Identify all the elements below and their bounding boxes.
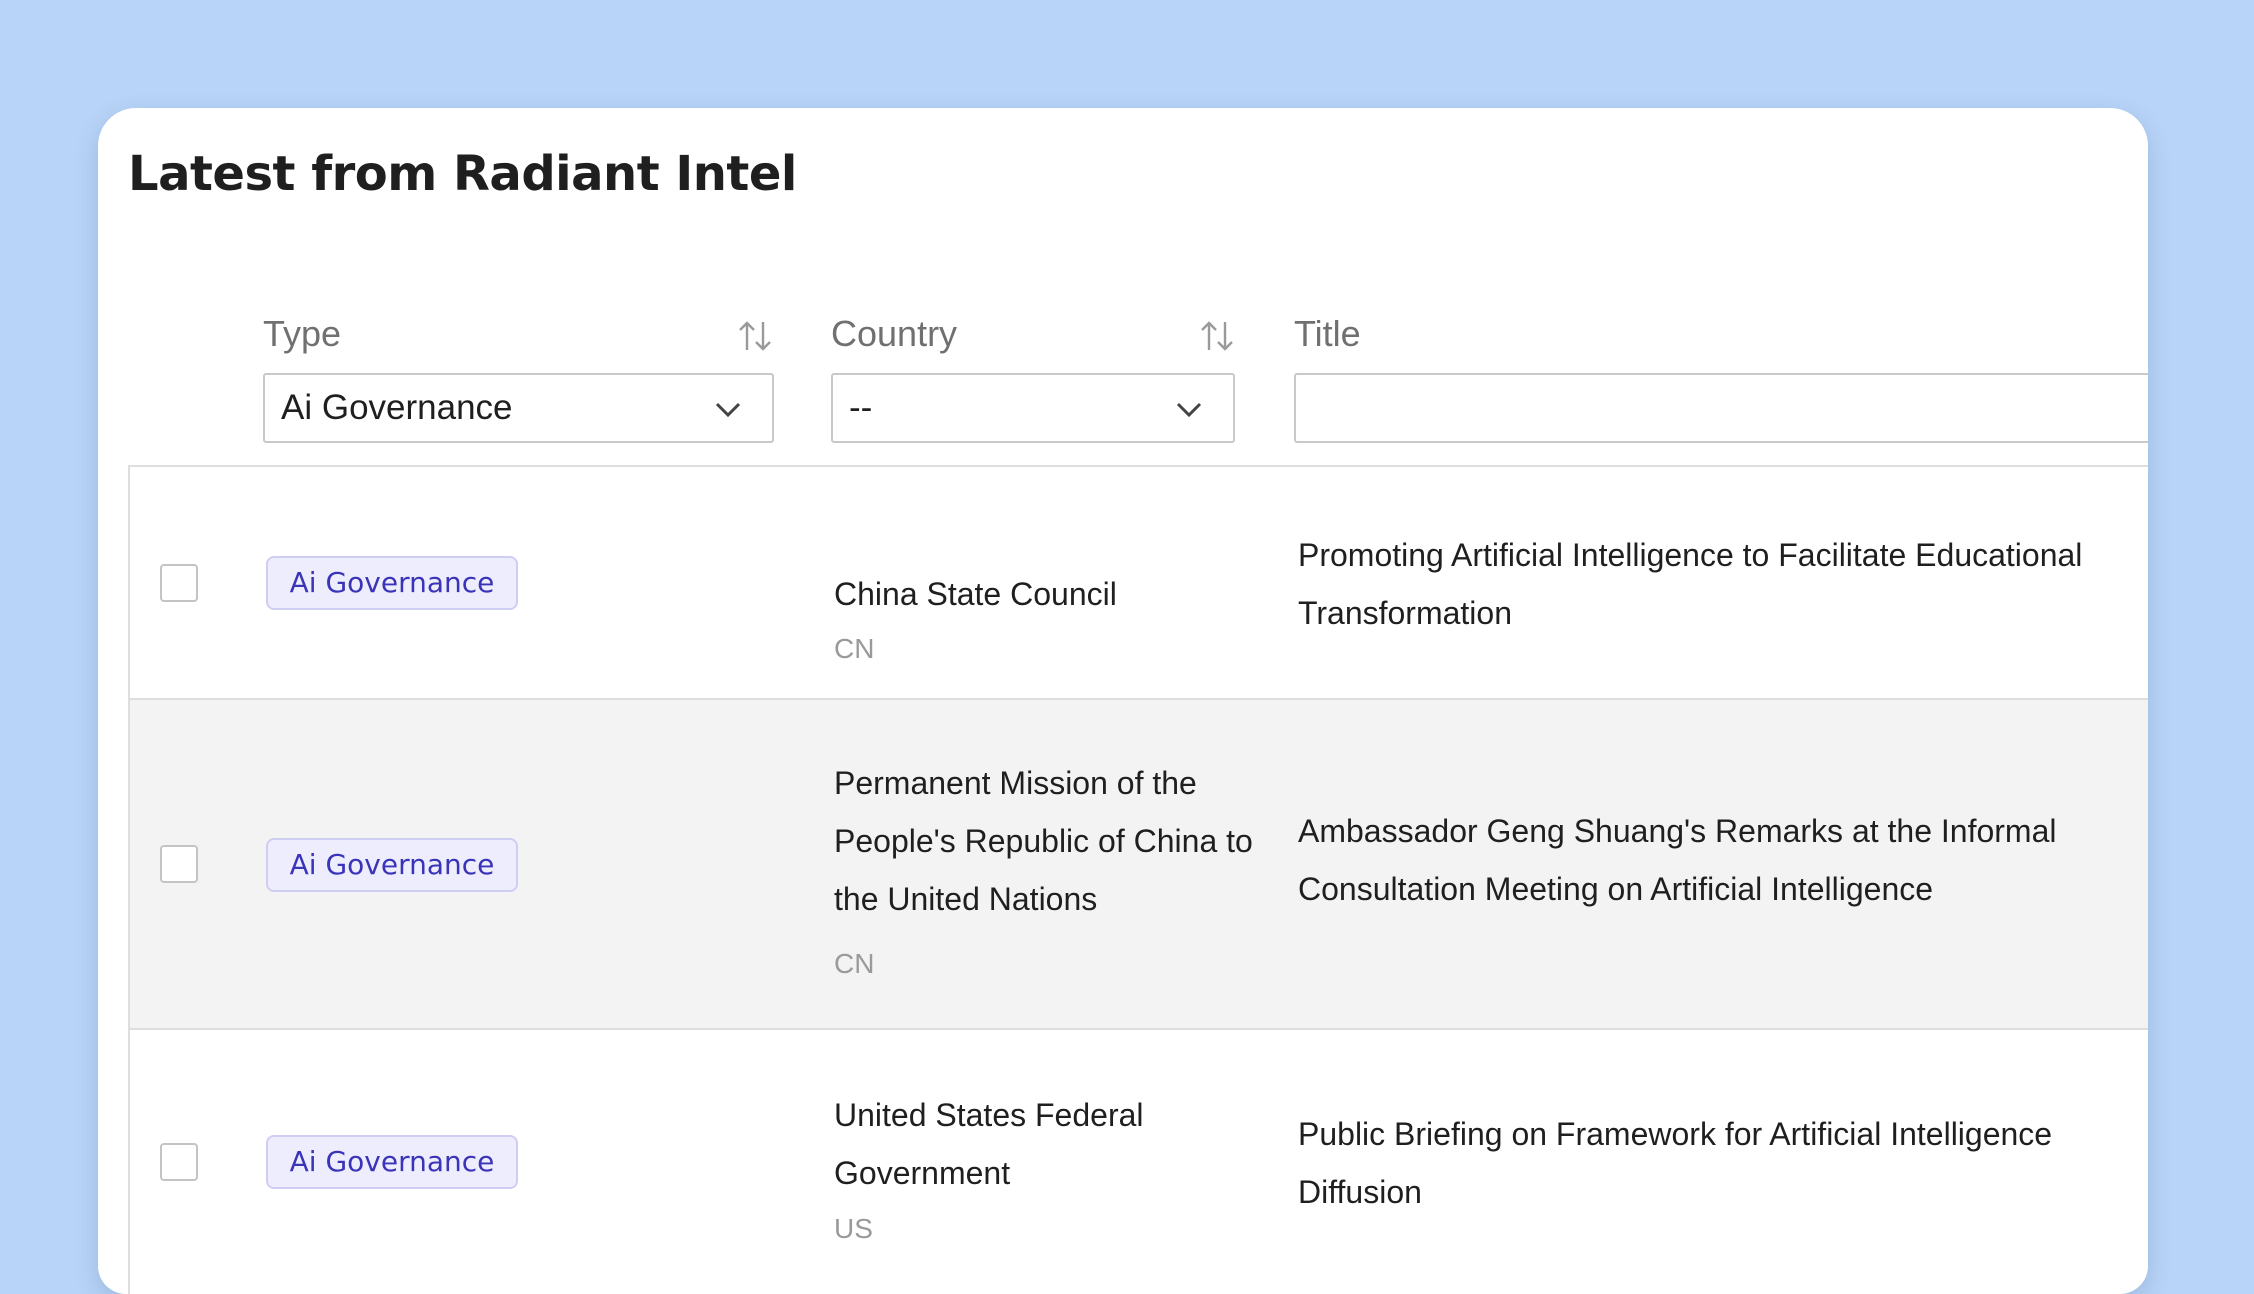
- intel-card: Latest from Radiant Intel Type Ai Govern…: [98, 108, 2148, 1294]
- country-code: CN: [834, 633, 875, 664]
- table-row[interactable]: Ai Governance United States Federal Gove…: [130, 1030, 2148, 1294]
- country-filter-select[interactable]: --: [831, 373, 1235, 443]
- row-checkbox[interactable]: [160, 845, 198, 883]
- type-sort-icon[interactable]: [738, 318, 772, 354]
- table-row[interactable]: Ai Governance Permanent Mission of the P…: [130, 700, 2148, 1030]
- country-column-header: Country: [831, 313, 958, 354]
- type-badge: Ai Governance: [266, 1135, 518, 1189]
- row-checkbox[interactable]: [160, 564, 198, 602]
- chevron-down-icon: [715, 402, 741, 418]
- type-filter-select[interactable]: Ai Governance: [263, 373, 774, 443]
- type-filter-value: Ai Governance: [281, 388, 513, 427]
- country-code: CN: [834, 948, 875, 979]
- row-checkbox[interactable]: [160, 1143, 198, 1181]
- chevron-down-icon: [1176, 402, 1202, 418]
- title-column-header: Title: [1294, 313, 1361, 354]
- country-code: US: [834, 1213, 873, 1244]
- results-table: Ai Governance China State Council CN Pro…: [128, 465, 2148, 1294]
- type-badge: Ai Governance: [266, 838, 518, 892]
- page-title: Latest from Radiant Intel: [128, 146, 797, 202]
- table-row[interactable]: Ai Governance China State Council CN Pro…: [130, 467, 2148, 700]
- type-column-header: Type: [263, 313, 342, 354]
- document-title[interactable]: Promoting Artificial Intelligence to Fac…: [1298, 526, 2148, 642]
- type-badge: Ai Governance: [266, 556, 518, 610]
- organization-name: China State Council: [834, 576, 1117, 612]
- document-title[interactable]: Public Briefing on Framework for Artific…: [1298, 1105, 2148, 1221]
- organization-name: United States Federal Government: [834, 1097, 1144, 1191]
- country-sort-icon[interactable]: [1200, 318, 1234, 354]
- title-filter-input[interactable]: [1294, 373, 2148, 443]
- country-filter-value: --: [849, 388, 873, 427]
- organization-name: Permanent Mission of the People's Republ…: [834, 765, 1253, 917]
- document-title[interactable]: Ambassador Geng Shuang's Remarks at the …: [1298, 802, 2148, 918]
